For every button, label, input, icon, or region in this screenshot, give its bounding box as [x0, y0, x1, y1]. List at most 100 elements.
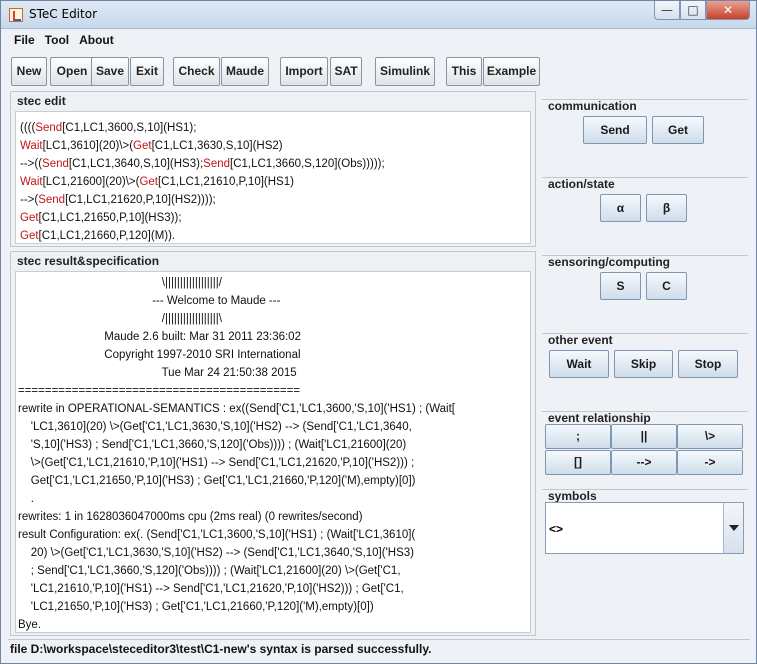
result-line: Get['C1,'LC1,21650,'P,10]('HS3) ; Get['C… — [18, 475, 416, 487]
result-line: 'S,10]('HS3) ; Send['C1,'LC1,3660,'S,120… — [18, 439, 407, 451]
code-token: [C1,LC1,21610,P,10](HS1) — [157, 176, 294, 188]
save-button[interactable]: Save — [91, 57, 129, 86]
menu-file[interactable]: File — [14, 33, 35, 53]
maximize-icon[interactable]: □ — [680, 1, 706, 20]
symbols-group: symbols <> — [542, 489, 748, 563]
code-token: [C1,LC1,21650,P,10](HS3)); — [38, 212, 182, 224]
result-line: ========================================… — [18, 385, 301, 397]
code-token: [C1,LC1,3600,S,10](HS1); — [62, 122, 197, 134]
wait-button[interactable]: Wait — [549, 350, 609, 378]
communication-group: communication Send Get — [542, 99, 748, 169]
long-arrow-op-button[interactable]: --> — [611, 450, 677, 475]
beta-button[interactable]: β — [646, 194, 687, 222]
result-line: 'LC1,21610,'P,10]('HS1) --> Send['C1,'LC… — [18, 583, 404, 595]
maude-button[interactable]: Maude — [221, 57, 269, 86]
result-line: 'LC1,21650,'P,10]('HS3) ; Get['C1,'LC1,2… — [18, 601, 374, 613]
keyword-token: Send — [38, 194, 66, 206]
keyword-token: Get — [20, 230, 39, 242]
s-button[interactable]: S — [600, 272, 641, 300]
keyword-token: Get — [139, 176, 158, 188]
code-token: [LC1,3610](20)\>( — [42, 140, 134, 152]
this-button[interactable]: This — [446, 57, 482, 86]
keyword-token: Wait — [20, 176, 43, 188]
window-controls: — □ ✕ — [654, 1, 750, 21]
symbols-title: symbols — [548, 489, 597, 503]
check-button[interactable]: Check — [173, 57, 220, 86]
event-relationship-title: event relationship — [548, 411, 651, 425]
chevron-down-icon[interactable] — [723, 503, 743, 553]
result-line: ; Send['C1,'LC1,3660,'S,120]('Obs)))) ; … — [18, 565, 401, 577]
result-line: 'LC1,3610](20) \>(Get['C1,'LC1,3630,'S,1… — [18, 421, 412, 433]
code-token: [C1,LC1,21660,P,120](M)). — [38, 230, 176, 242]
relationship-grid: ; || \> [] --> -> — [544, 424, 744, 476]
menu-about[interactable]: About — [79, 33, 114, 53]
other-event-title: other event — [548, 333, 613, 347]
palette-column: communication Send Get action/state α β … — [542, 92, 750, 637]
result-line: /||||||||||||||||||\ — [18, 313, 222, 325]
keyword-token: Send — [42, 158, 69, 170]
code-token: [C1,LC1,3640,S,10](HS3); — [68, 158, 204, 170]
keyword-token: Get — [20, 212, 39, 224]
arrow-op-button[interactable]: -> — [677, 450, 743, 475]
edit-line: Wait[LC1,3610](20)\>(Get[C1,LC1,3630,S,1… — [20, 137, 526, 155]
edit-line: ((((Send[C1,LC1,3600,S,10](HS1); — [20, 119, 526, 137]
edit-line: Wait[LC1,21600](20)\>(Get[C1,LC1,21610,P… — [20, 173, 526, 191]
edit-line: Get[C1,LC1,21650,P,10](HS3)); — [20, 209, 526, 227]
app-window: STeC Editor — □ ✕ File Tool About New Op… — [0, 0, 757, 664]
result-line: Bye. — [18, 619, 42, 631]
result-textarea[interactable]: \||||||||||||||||||/ --- Welcome to Maud… — [15, 271, 531, 633]
code-token: -->( — [20, 194, 39, 206]
code-token: (((( — [20, 122, 36, 134]
result-line: . — [18, 493, 34, 505]
new-button[interactable]: New — [11, 57, 47, 86]
sat-button[interactable]: SAT — [330, 57, 362, 86]
symbols-selected-value: <> — [549, 522, 564, 536]
parallel-op-button[interactable]: || — [611, 424, 677, 449]
choice-op-button[interactable]: [] — [545, 450, 611, 475]
result-line: Tue Mar 24 21:50:38 2015 — [18, 367, 297, 379]
import-button[interactable]: Import — [280, 57, 328, 86]
code-token: -->(( — [20, 158, 43, 170]
action-state-title: action/state — [548, 177, 615, 191]
result-panel: stec result&specification \|||||||||||||… — [10, 251, 536, 636]
open-button[interactable]: Open — [50, 57, 94, 86]
window-title: STeC Editor — [29, 7, 97, 21]
interrupt-op-button[interactable]: \> — [677, 424, 743, 449]
stop-button[interactable]: Stop — [678, 350, 738, 378]
code-token: [C1,LC1,3630,S,10](HS2) — [151, 140, 283, 152]
title-bar: STeC Editor — □ ✕ — [1, 1, 756, 29]
seq-op-button[interactable]: ; — [545, 424, 611, 449]
action-state-group: action/state α β — [542, 177, 748, 247]
example-button[interactable]: Example — [483, 57, 540, 86]
symbols-combobox[interactable]: <> — [545, 502, 744, 554]
c-button[interactable]: C — [646, 272, 687, 300]
edit-line: -->((Send[C1,LC1,3640,S,10](HS3);Send[C1… — [20, 155, 526, 173]
sensoring-group: sensoring/computing S C — [542, 255, 748, 325]
simulink-button[interactable]: Simulink — [375, 57, 435, 86]
result-line: 20) \>(Get['C1,'LC1,3630,'S,10]('HS2) --… — [18, 547, 414, 559]
result-line: result Configuration: ex(. (Send['C1,'LC… — [18, 529, 416, 541]
stec-edit-textarea[interactable]: ((((Send[C1,LC1,3600,S,10](HS1); Wait[LC1… — [15, 111, 531, 244]
status-bar: file D:\workspace\steceditor3\test\C1-ne… — [8, 639, 750, 657]
minimize-icon[interactable]: — — [654, 1, 680, 20]
code-token: [C1,LC1,21620,P,10](HS2)))); — [65, 194, 216, 206]
result-line: \>(Get['C1,'LC1,21610,'P,10]('HS1) --> S… — [18, 457, 415, 469]
exit-button[interactable]: Exit — [130, 57, 164, 86]
menu-tool[interactable]: Tool — [45, 33, 69, 53]
menu-bar: File Tool About — [8, 33, 114, 53]
communication-title: communication — [548, 99, 637, 113]
get-button[interactable]: Get — [652, 116, 704, 144]
alpha-button[interactable]: α — [600, 194, 641, 222]
java-app-icon — [9, 8, 23, 22]
code-token: [LC1,21600](20)\>( — [42, 176, 140, 188]
skip-button[interactable]: Skip — [614, 350, 673, 378]
result-line: Copyright 1997-2010 SRI International — [18, 349, 301, 361]
result-line: \||||||||||||||||||/ — [18, 277, 222, 289]
close-icon[interactable]: ✕ — [706, 1, 750, 20]
toolbar: New Open Save Exit Check Maude Import SA… — [8, 55, 750, 89]
result-line: rewrite in OPERATIONAL-SEMANTICS : ex((S… — [18, 403, 455, 415]
sensoring-title: sensoring/computing — [548, 255, 671, 269]
send-button[interactable]: Send — [583, 116, 647, 144]
result-line: --- Welcome to Maude --- — [18, 295, 281, 307]
keyword-token: Get — [133, 140, 152, 152]
